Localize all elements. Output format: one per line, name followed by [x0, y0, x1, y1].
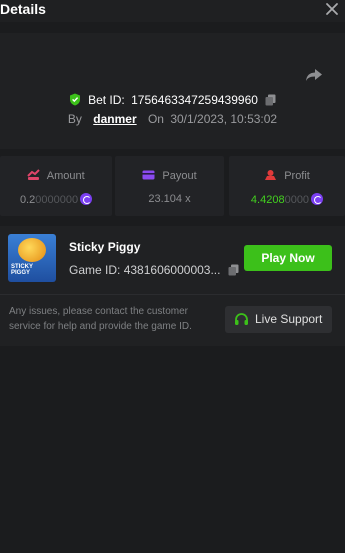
wallet-icon	[142, 170, 155, 180]
bet-datetime: 30/1/2023, 10:53:02	[170, 112, 278, 126]
payout-label: Payout	[162, 170, 197, 182]
game-id-label: Game ID:	[69, 263, 121, 277]
game-id-row: Game ID: 4381606000003...	[69, 263, 239, 277]
bet-stats: Amount 0.20000000 Payout 23.104 x Profit…	[0, 156, 345, 216]
by-label: By	[67, 112, 82, 126]
amount-value: 0.2	[19, 194, 36, 206]
bet-info-card: Bet ID: 1756463347259439960 By danmer On…	[0, 33, 345, 149]
on-label: On	[147, 112, 164, 126]
profit-value-trailing: 0000	[284, 194, 310, 206]
amount-icon	[27, 169, 41, 180]
amount-value-trailing: 0000000	[35, 194, 79, 206]
divider	[0, 294, 345, 295]
live-support-label: Live Support	[255, 312, 323, 326]
piggy-icon	[18, 238, 46, 262]
coin-icon	[311, 193, 324, 205]
copy-icon[interactable]	[265, 94, 276, 106]
coin-icon	[80, 193, 93, 205]
shield-check-icon	[69, 93, 80, 106]
payout-value: 23.104 x	[148, 193, 191, 205]
page-title: Details	[0, 1, 46, 17]
header: Details	[0, 0, 345, 22]
bet-meta-row: By danmer On 30/1/2023, 10:53:02	[0, 112, 345, 126]
game-id-value: 4381606000003...	[123, 263, 221, 277]
profit-value: 4.4208	[250, 194, 285, 206]
bet-id-label: Bet ID:	[88, 92, 125, 107]
amount-label: Amount	[46, 170, 85, 182]
game-thumb-title: STICKY PIGGY	[11, 264, 33, 276]
username-link[interactable]: danmer	[93, 112, 136, 126]
copy-icon[interactable]	[228, 264, 239, 276]
amount-stat: Amount 0.20000000	[0, 156, 112, 216]
bet-id-row: Bet ID: 1756463347259439960	[0, 92, 345, 107]
share-icon[interactable]	[305, 68, 323, 82]
game-name: Sticky Piggy	[69, 240, 141, 254]
profit-icon	[265, 170, 277, 180]
live-support-button[interactable]: Live Support	[225, 306, 332, 333]
headset-icon	[235, 313, 248, 325]
game-thumbnail[interactable]: STICKY PIGGY	[8, 234, 56, 282]
close-icon[interactable]	[325, 2, 339, 16]
payout-stat: Payout 23.104 x	[115, 156, 224, 216]
profit-stat: Profit 4.42080000	[229, 156, 345, 216]
play-now-button[interactable]: Play Now	[244, 245, 332, 271]
game-card: STICKY PIGGY Sticky Piggy Game ID: 43816…	[0, 226, 345, 346]
profit-label: Profit	[284, 170, 310, 182]
bet-id-value: 1756463347259439960	[131, 92, 258, 107]
support-message: Any issues, please contact the customer …	[9, 306, 192, 332]
